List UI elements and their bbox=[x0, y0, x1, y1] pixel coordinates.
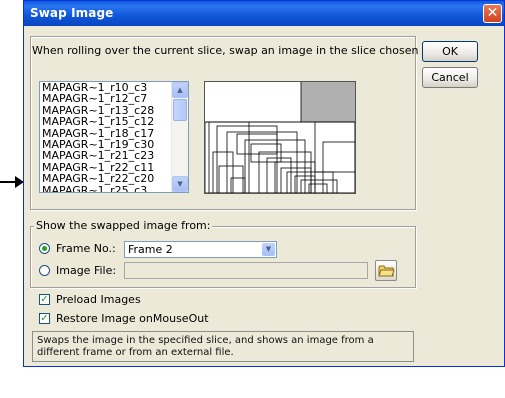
ok-button[interactable]: OK bbox=[422, 41, 478, 62]
image-file-radio[interactable] bbox=[39, 265, 50, 276]
close-button[interactable]: ✕ bbox=[483, 4, 502, 23]
cancel-button[interactable]: Cancel bbox=[422, 67, 478, 88]
slice-list-item[interactable]: MAPAGR~1_r22_c20 bbox=[40, 173, 173, 185]
scroll-up-icon[interactable]: ▲ bbox=[172, 82, 188, 98]
radio-selected-dot bbox=[42, 246, 47, 251]
slice-listbox[interactable]: MAPAGR~1_r10_c3 MAPAGR~1_r12_c7 MAPAGR~1_r… bbox=[39, 81, 189, 193]
dialog-title: Swap Image bbox=[30, 6, 114, 20]
scroll-down-icon[interactable]: ▼ bbox=[172, 176, 188, 192]
restore-image-checkbox[interactable]: ✓ bbox=[39, 313, 50, 324]
slice-list-items: MAPAGR~1_r10_c3 MAPAGR~1_r12_c7 MAPAGR~1_r… bbox=[40, 82, 173, 192]
browse-folder-button[interactable] bbox=[375, 260, 397, 281]
frame-no-radio[interactable] bbox=[39, 243, 50, 254]
instruction-text: When rolling over the current slice, swa… bbox=[32, 44, 458, 57]
listbox-scrollbar[interactable]: ▲ ▼ bbox=[171, 82, 188, 192]
preload-images-checkbox[interactable]: ✓ bbox=[39, 294, 50, 305]
arrow-right-icon bbox=[0, 176, 24, 188]
swap-source-label: Show the swapped image from: bbox=[34, 219, 213, 232]
slice-preview bbox=[204, 81, 356, 194]
slice-list-item[interactable]: MAPAGR~1_r15_c12 bbox=[40, 116, 173, 128]
swap-image-dialog: Swap Image ✕ When rolling over the curre… bbox=[23, 0, 505, 367]
help-text: Swaps the image in the specified slice, … bbox=[37, 335, 374, 358]
close-icon: ✕ bbox=[486, 5, 499, 21]
frame-select-value: Frame 2 bbox=[128, 243, 173, 256]
frame-select[interactable]: Frame 2 ▼ bbox=[124, 241, 277, 258]
title-bar[interactable]: Swap Image ✕ bbox=[24, 1, 504, 26]
frame-no-label: Frame No.: bbox=[56, 242, 116, 255]
slice-map-preview bbox=[205, 82, 355, 193]
restore-image-label: Restore Image onMouseOut bbox=[56, 312, 209, 325]
preload-images-label: Preload Images bbox=[56, 293, 141, 306]
folder-icon bbox=[378, 265, 395, 277]
help-text-box: Swaps the image in the specified slice, … bbox=[32, 331, 414, 362]
image-file-label: Image File: bbox=[56, 264, 117, 277]
slice-list-item[interactable]: MAPAGR~1_r25_c3 bbox=[40, 184, 173, 192]
scrollbar-thumb[interactable] bbox=[173, 99, 187, 121]
chevron-down-icon[interactable]: ▼ bbox=[262, 243, 275, 256]
image-file-field[interactable] bbox=[124, 262, 368, 279]
